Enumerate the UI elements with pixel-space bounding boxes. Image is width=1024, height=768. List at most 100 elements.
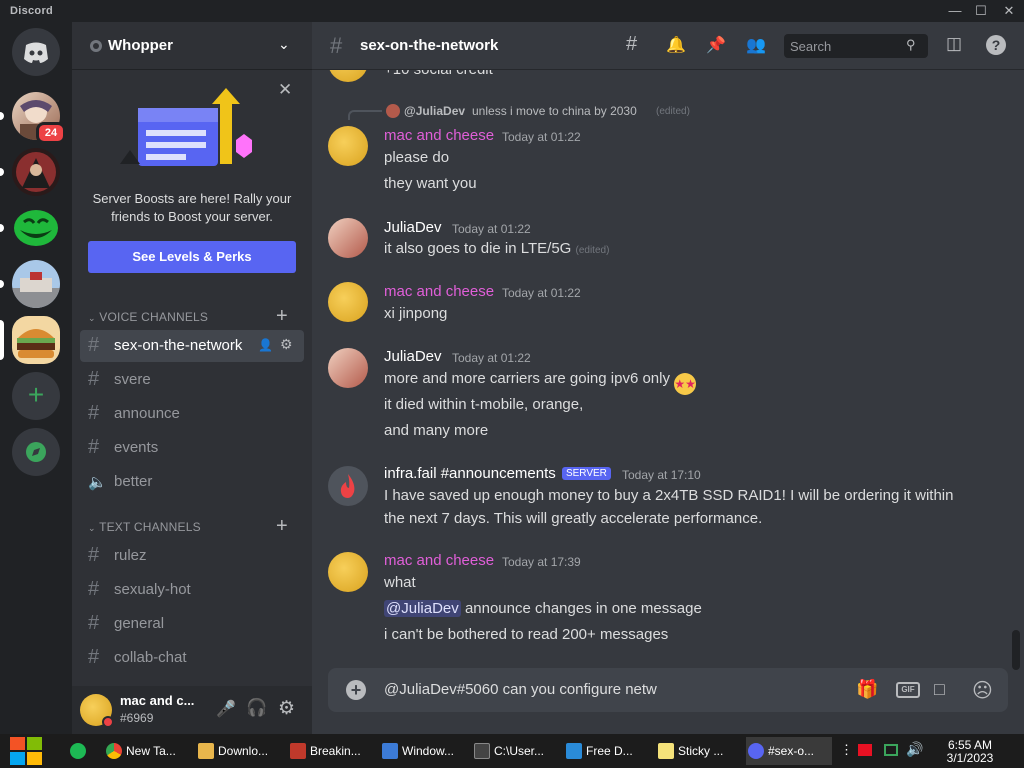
message-text: xi jinpong (384, 305, 448, 322)
message-input[interactable]: @JuliaDev#5060 can you configure netw (384, 681, 657, 698)
hash-icon: # (88, 402, 100, 424)
server-icon-whopper[interactable] (12, 316, 60, 364)
message-author[interactable]: JuliaDev (384, 348, 442, 365)
avatar[interactable] (328, 126, 368, 166)
maximize-button[interactable]: ☐ (966, 0, 996, 22)
overflow-icon[interactable]: ⋮ (840, 742, 853, 758)
server-name: Whopper (108, 37, 173, 54)
inbox-icon[interactable]: ◫ (946, 34, 962, 54)
taskbar-item-free[interactable]: Free D... (564, 737, 650, 765)
channel-label: better (114, 473, 153, 490)
add-server-button[interactable]: + (12, 372, 60, 420)
emoji-icon[interactable]: ☹ (972, 678, 993, 703)
message-author[interactable]: mac and cheese (384, 127, 494, 144)
flag-icon[interactable] (858, 744, 872, 756)
mention-badge: 24 (36, 122, 66, 144)
bell-icon[interactable]: 🔔 (666, 35, 686, 55)
gear-icon[interactable]: ⚙ (280, 336, 293, 353)
attach-plus-icon[interactable]: + (346, 680, 366, 700)
explore-servers-button[interactable] (12, 428, 60, 476)
message-author[interactable]: infra.fail #announcements SERVER (384, 465, 611, 482)
server-icon-dark-art[interactable] (12, 148, 60, 196)
taskbar-label: Downlo... (218, 744, 269, 758)
message-text: @JuliaDev announce changes in one messag… (384, 600, 702, 617)
server-icon-trollface[interactable] (12, 204, 60, 252)
avatar[interactable] (328, 70, 368, 82)
server-icon-building[interactable] (12, 260, 60, 308)
system-clock[interactable]: 6:55 AM 3/1/2023 (940, 739, 1000, 765)
close-window-button[interactable]: ✕ (994, 0, 1024, 22)
user-settings-gear-icon[interactable]: ⚙ (278, 697, 295, 720)
dnd-status-icon (102, 716, 114, 728)
member-list-icon[interactable]: 👥 (746, 35, 766, 55)
boost-gem-icon (90, 40, 102, 52)
taskbar-item-windows[interactable]: Window... (380, 737, 466, 765)
close-icon[interactable]: ✕ (278, 80, 292, 100)
search-icon: ⚲ (906, 37, 916, 52)
chat-area: # sex-on-the-network # 🔔 📌 👥 Search ⚲ ◫ … (312, 22, 1024, 734)
message-timestamp: Today at 01:22 (502, 286, 581, 300)
headphones-icon[interactable]: 🎧 (246, 698, 267, 718)
message-text: it died within t-mobile, orange, (384, 396, 584, 413)
taskbar-item-downloads[interactable]: Downlo... (196, 737, 282, 765)
monitor-icon[interactable] (884, 744, 898, 756)
taskbar-item-discord[interactable]: #sex-o... (746, 737, 832, 765)
volume-icon[interactable]: 🔊 (906, 741, 923, 758)
add-channel-icon[interactable]: + (276, 305, 288, 328)
channel-title: sex-on-the-network (360, 37, 499, 54)
avatar[interactable] (328, 218, 368, 258)
reply-text[interactable]: unless i move to china by 2030 (472, 104, 637, 118)
message-body: it also goes to die in LTE/5G (384, 240, 572, 257)
reply-author[interactable]: @JuliaDev (404, 104, 465, 118)
see-levels-perks-button[interactable]: See Levels & Perks (88, 241, 296, 273)
message-author[interactable]: mac and cheese (384, 552, 494, 569)
channel-rulez[interactable]: # rulez (80, 540, 304, 572)
taskbar-item-terminal[interactable]: C:\User... (472, 737, 558, 765)
pin-icon[interactable]: 📌 (706, 35, 726, 55)
avatar[interactable] (328, 552, 368, 592)
text-channels-category[interactable]: ⌄ TEXT CHANNELS + (88, 515, 288, 537)
channel-events[interactable]: # events (80, 432, 304, 464)
hash-icon: # (88, 544, 100, 566)
taskbar-item-breaking[interactable]: Breakin... (288, 737, 374, 765)
spotify-icon[interactable] (70, 743, 86, 759)
message-text: the next 7 days. This will greatly accel… (384, 510, 763, 527)
taskbar-item-sticky[interactable]: Sticky ... (656, 737, 742, 765)
windows-start-icon[interactable] (10, 737, 42, 765)
channel-announce[interactable]: # announce (80, 398, 304, 430)
avatar[interactable] (328, 282, 368, 322)
help-icon[interactable]: ? (986, 35, 1006, 55)
channel-sexualy-hot[interactable]: # sexualy-hot (80, 574, 304, 606)
message-author[interactable]: mac and cheese (384, 283, 494, 300)
gift-icon[interactable]: 🎁 (856, 679, 878, 700)
sticker-icon[interactable]: □ (934, 679, 945, 700)
home-button[interactable] (12, 28, 60, 76)
channel-label: sex-on-the-network (114, 337, 243, 354)
channel-collab-chat[interactable]: # collab-chat (80, 642, 304, 674)
invite-member-icon[interactable]: 👤 (258, 338, 273, 352)
voice-channels-category[interactable]: ⌄ VOICE CHANNELS + (88, 305, 288, 327)
channel-better[interactable]: 🔈 better (80, 466, 304, 498)
threads-icon[interactable]: # (626, 33, 637, 56)
avatar[interactable] (328, 466, 368, 506)
channel-sex-on-the-network[interactable]: # sex-on-the-network 👤 ⚙ (80, 330, 304, 362)
channel-label: svere (114, 371, 151, 388)
gif-icon[interactable]: GIF (896, 682, 920, 698)
user-mention[interactable]: @JuliaDev (384, 600, 461, 617)
avatar[interactable] (328, 348, 368, 388)
channel-svere[interactable]: # svere (80, 364, 304, 396)
search-input[interactable]: Search ⚲ (784, 34, 928, 58)
taskbar-label: #sex-o... (768, 744, 815, 758)
microphone-icon[interactable]: 🎤 (216, 699, 236, 719)
message-author[interactable]: JuliaDev (384, 219, 442, 236)
channel-label: general (114, 615, 165, 632)
channel-general[interactable]: # general (80, 608, 304, 640)
server-header[interactable]: Whopper ⌄ (72, 22, 312, 70)
scrollbar-thumb[interactable] (1012, 630, 1020, 670)
taskbar-item-chrome[interactable]: New Ta... (104, 737, 190, 765)
edited-label: (edited) (656, 106, 690, 117)
message-composer[interactable]: + @JuliaDev#5060 can you configure netw … (328, 668, 1008, 712)
hash-icon: # (88, 646, 100, 668)
hash-icon: # (88, 334, 100, 356)
add-channel-icon[interactable]: + (276, 515, 288, 538)
